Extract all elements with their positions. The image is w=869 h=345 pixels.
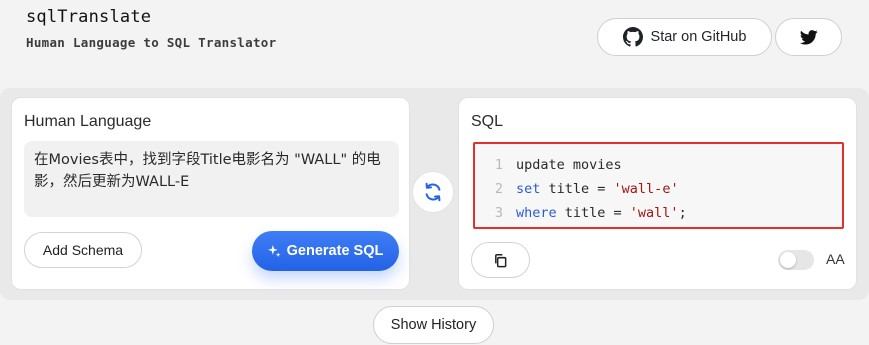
code-token: ; [678, 205, 687, 221]
font-size-toggle[interactable] [778, 250, 814, 270]
generate-sql-button[interactable]: Generate SQL [252, 231, 399, 271]
aa-label: AA [826, 251, 845, 267]
code-token: title = [540, 181, 614, 197]
human-language-label: Human Language [24, 113, 152, 130]
app-subtitle: Human Language to SQL Translator [26, 35, 277, 50]
swap-icon [422, 181, 444, 203]
code-token: update movies [516, 157, 622, 173]
code-token: 'wall-e' [613, 181, 679, 197]
generate-sql-label: Generate SQL [286, 243, 384, 259]
show-history-button[interactable]: Show History [373, 306, 494, 344]
code-line: 1 update movies [475, 153, 842, 177]
code-token: where [516, 205, 557, 221]
code-token: set [516, 181, 541, 197]
code-line: 3 where title = 'wall' ; [475, 201, 842, 225]
code-line: 2 set title = 'wall-e' [475, 177, 842, 201]
sql-code-editor[interactable]: 1 update movies 2 set title = 'wall-e' 3… [473, 142, 844, 229]
copy-icon [493, 253, 508, 268]
sparkle-icon [267, 244, 281, 258]
toggle-knob [780, 252, 796, 268]
github-star-button[interactable]: Star on GitHub [597, 18, 772, 56]
sql-label: SQL [471, 113, 504, 130]
swap-button[interactable] [412, 171, 454, 213]
sql-panel: SQL 1 update movies 2 set title = 'wall-… [458, 97, 857, 290]
human-language-panel: Human Language 在Movies表中，找到字段Title电影名为 "… [11, 97, 410, 290]
line-number: 1 [494, 157, 503, 173]
twitter-icon [799, 29, 818, 45]
github-button-label: Star on GitHub [650, 29, 747, 45]
line-number: 2 [494, 181, 503, 197]
code-token: 'wall' [629, 205, 679, 221]
human-language-input[interactable]: 在Movies表中，找到字段Title电影名为 "WALL" 的电影，然后更新为… [24, 141, 399, 217]
github-icon [622, 27, 643, 47]
add-schema-button[interactable]: Add Schema [24, 232, 142, 268]
code-token: title = [556, 205, 630, 221]
copy-button[interactable] [471, 242, 530, 278]
app-title: sqlTranslate [26, 7, 152, 27]
twitter-button[interactable] [775, 18, 842, 56]
line-number: 3 [494, 205, 503, 221]
